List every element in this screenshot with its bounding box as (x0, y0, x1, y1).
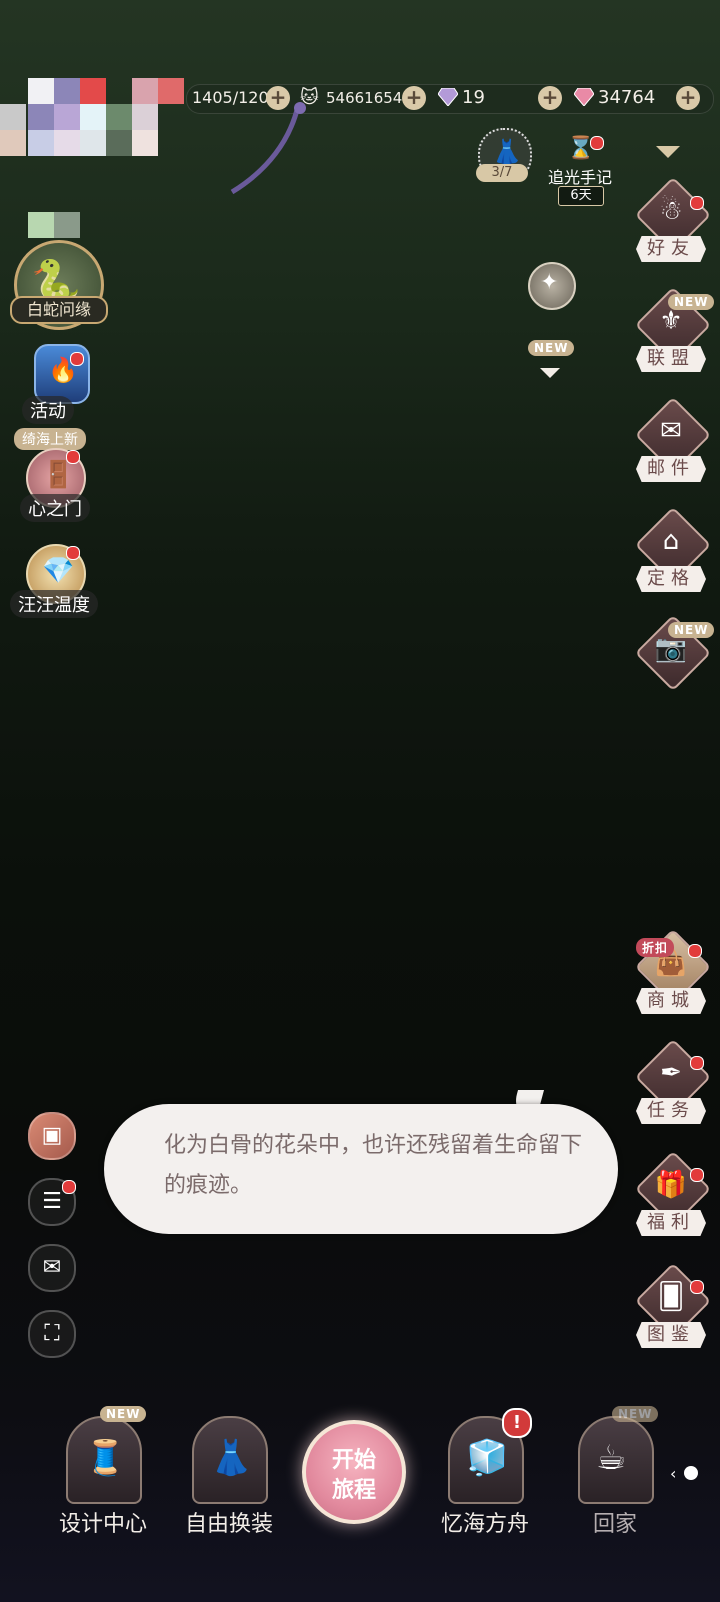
shop-red-dot (688, 944, 702, 958)
free-dress-label: 自由换装 (184, 1512, 273, 1537)
welfare-label: 福利 (636, 1210, 706, 1236)
player-avatar[interactable] (0, 78, 190, 238)
camera-new-tag: NEW (668, 622, 715, 638)
codex-label: 图鉴 (636, 1322, 706, 1348)
heart-gate-label: 心之门 (20, 494, 90, 522)
home-new-tag: NEW (612, 1406, 659, 1422)
friends-label: 好友 (636, 236, 706, 262)
purple-gem-value: 19 (462, 87, 485, 108)
add-purple-gems-button[interactable]: + (538, 86, 562, 110)
dialogue-text: 化为白骨的花朵中，也许还残留着生命留下的痕迹。 (164, 1133, 583, 1198)
compass-icon: ✦ (540, 270, 559, 295)
sewing-icon: 🧵 (84, 1438, 127, 1478)
coin-value: 54661654 (326, 89, 403, 107)
diamond-icon: 💎 (42, 556, 75, 586)
wings-icon: ⚜ (659, 306, 683, 336)
welfare-red-dot (690, 1168, 704, 1182)
start-line1: 开始 (331, 1448, 376, 1473)
alert-icon: ! (502, 1408, 532, 1438)
activity-label: 活动 (22, 396, 74, 424)
alliance-button[interactable]: ⚜ 联盟 NEW (634, 286, 715, 376)
mail-icon: ✉ (660, 416, 682, 446)
fullscreen-button[interactable]: ⛶ (28, 1310, 76, 1358)
welfare-button[interactable]: 🎁 福利 (634, 1150, 712, 1240)
free-dress-button[interactable]: 👗 自由换装 (184, 1408, 274, 1537)
home-button[interactable]: ☕ NEW 回家 (570, 1406, 660, 1537)
expand-chevron-icon[interactable] (540, 368, 560, 378)
tasks-red-dot (690, 1056, 704, 1070)
mail-button[interactable]: ✉ 邮件 (634, 396, 712, 486)
photo-card-button[interactable]: ▣ (28, 1112, 76, 1160)
staff-decoration (230, 102, 306, 195)
purple-gem-icon (438, 88, 458, 106)
codex-button[interactable]: 🂠 图鉴 (634, 1262, 712, 1352)
journal-label[interactable]: 追光手记 (548, 164, 612, 188)
snapshot-button[interactable]: ⌂ 定格 (634, 506, 712, 596)
heart-gate-new-tag: 绮海上新 (14, 428, 86, 450)
memory-ark-button[interactable]: 🧊 ! 忆海方舟 (440, 1408, 532, 1537)
gown-icon: 👗 (210, 1438, 253, 1478)
white-snake-event-label: 白蛇问缘 (10, 296, 108, 324)
dialogue-bubble[interactable]: 化为白骨的花朵中，也许还残留着生命留下的痕迹。 (104, 1104, 618, 1234)
design-center-new-tag: NEW (100, 1406, 147, 1422)
design-center-label: 设计中心 (58, 1512, 147, 1537)
design-center-button[interactable]: 🧵 NEW 设计中心 (58, 1406, 148, 1537)
moon-cup-icon: ☕ (596, 1438, 627, 1478)
shop-discount-tag: 折扣 (636, 938, 675, 957)
friends-button[interactable]: ☃ 好友 (634, 176, 712, 266)
tasks-button[interactable]: ✒ 任务 (634, 1038, 712, 1128)
heart-gate-red-dot (66, 450, 80, 464)
camera-button[interactable]: 📷 NEW (634, 614, 715, 692)
journal-days: 6天 (558, 186, 604, 206)
compass-button[interactable]: ✦ (528, 262, 576, 310)
start-line2: 旅程 (331, 1478, 376, 1503)
collapse-chevron-icon[interactable] (656, 146, 680, 158)
add-pink-gems-button[interactable]: + (676, 86, 700, 110)
archive-red-dot (62, 1180, 76, 1194)
home-label: 回家 (592, 1512, 637, 1537)
mail-label: 邮件 (636, 456, 706, 482)
cube-icon: 🧊 (466, 1438, 509, 1478)
friends-red-dot (690, 196, 704, 210)
snapshot-label: 定格 (636, 566, 706, 592)
start-journey-button[interactable]: 开始 旅程 (302, 1420, 406, 1524)
tasks-label: 任务 (636, 1098, 706, 1124)
journal-red-dot (590, 136, 604, 150)
pink-gem-value: 34764 (598, 87, 656, 108)
pink-gem-icon (574, 88, 594, 106)
shop-button[interactable]: 👜 商城 折扣 (634, 928, 712, 1018)
shop-label: 商城 (636, 988, 706, 1014)
alliance-new-tag: NEW (668, 294, 715, 310)
camera-icon: 📷 (654, 634, 688, 664)
house-icon: ⌂ (662, 526, 680, 556)
door-icon: 🚪 (42, 460, 75, 490)
wangwang-red-dot (66, 546, 80, 560)
wangwang-label: 汪汪温度 (10, 590, 98, 618)
codex-red-dot (690, 1280, 704, 1294)
alliance-label: 联盟 (636, 346, 706, 372)
scroll-left-chevron-icon[interactable]: ‹ (670, 1464, 676, 1483)
memory-ark-label: 忆海方舟 (440, 1512, 529, 1537)
scroll-indicator-icon[interactable] (684, 1466, 698, 1480)
activity-red-dot (70, 352, 84, 366)
progress-badge: 3/7 (476, 164, 528, 182)
chat-button[interactable]: ✉ (28, 1244, 76, 1292)
center-new-tag: NEW (528, 340, 575, 356)
dress-icon: 👗 (492, 138, 522, 166)
add-coins-button[interactable]: + (402, 86, 426, 110)
